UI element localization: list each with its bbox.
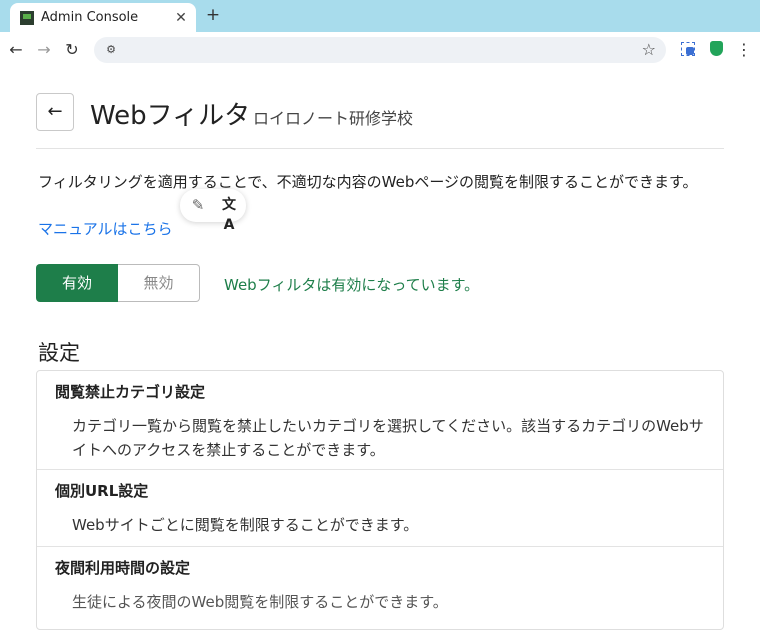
toggle-disable-button[interactable]: 無効 bbox=[118, 264, 200, 302]
translate-icon[interactable]: 文A bbox=[218, 195, 240, 233]
settings-item-title: 個別URL設定 bbox=[55, 482, 149, 500]
app-favicon-icon bbox=[20, 10, 34, 25]
filter-toggle: 有効 無効 bbox=[36, 264, 200, 302]
site-info-icon[interactable]: ⚙ bbox=[102, 41, 120, 59]
tab-title: Admin Console bbox=[41, 10, 139, 25]
manual-link[interactable]: マニュアルはこちら bbox=[38, 218, 173, 239]
settings-item-title: 夜間利用時間の設定 bbox=[55, 559, 191, 577]
settings-item-description: 生徒による夜間のWeb閲覧を制限することができます。 bbox=[72, 593, 448, 611]
header-divider bbox=[36, 148, 724, 149]
magic-wand-icon[interactable]: ✎ bbox=[188, 195, 208, 215]
settings-item-title: 閲覧禁止カテゴリ設定 bbox=[55, 383, 206, 401]
settings-section-title: 設定 bbox=[38, 341, 80, 365]
browser-toolbar: ← → ↻ ⚙ ☆ ⋮ bbox=[0, 32, 760, 68]
settings-card: 閲覧禁止カテゴリ設定 カテゴリ一覧から閲覧を禁止したいカテゴリを選択してください… bbox=[36, 370, 724, 630]
close-tab-icon[interactable]: ✕ bbox=[172, 9, 190, 27]
new-tab-button[interactable]: + bbox=[204, 6, 222, 24]
browser-tab[interactable]: Admin Console ✕ bbox=[10, 3, 196, 32]
star-icon[interactable]: ☆ bbox=[642, 40, 656, 59]
page-description: フィルタリングを適用することで、不適切な内容のWebページの閲覧を制限することが… bbox=[38, 173, 698, 191]
menu-icon[interactable]: ⋮ bbox=[736, 40, 752, 60]
address-bar[interactable]: ⚙ ☆ bbox=[94, 37, 666, 63]
back-icon[interactable]: ← bbox=[6, 40, 26, 60]
settings-item-url[interactable]: 個別URL設定 Webサイトごとに閲覧を制限することができます。 bbox=[37, 470, 723, 547]
settings-item-description: カテゴリ一覧から閲覧を禁止したいカテゴリを選択してください。該当するカテゴリのW… bbox=[72, 417, 704, 459]
filter-status-text: Webフィルタは有効になっています。 bbox=[224, 276, 480, 294]
settings-item-night-hours[interactable]: 夜間利用時間の設定 生徒による夜間のWeb閲覧を制限することができます。 bbox=[37, 547, 723, 629]
forward-icon[interactable]: → bbox=[34, 40, 54, 60]
floating-toolbar: ✎ 文A bbox=[180, 189, 246, 233]
organization-name: ロイロノート研修学校 bbox=[253, 109, 414, 128]
page-content: ← Webフィルタ ロイロノート研修学校 フィルタリングを適用することで、不適切… bbox=[0, 68, 760, 630]
browser-tabstrip: Admin Console ✕ + bbox=[0, 0, 760, 32]
settings-item-blocked-categories[interactable]: 閲覧禁止カテゴリ設定 カテゴリ一覧から閲覧を禁止したいカテゴリを選択してください… bbox=[37, 371, 723, 470]
settings-item-description: Webサイトごとに閲覧を制限することができます。 bbox=[72, 516, 419, 534]
back-button[interactable]: ← bbox=[36, 93, 74, 131]
reload-icon[interactable]: ↻ bbox=[62, 40, 82, 60]
page-title: Webフィルタ bbox=[90, 101, 251, 131]
toggle-enable-button[interactable]: 有効 bbox=[36, 264, 118, 302]
shield-icon[interactable] bbox=[710, 41, 723, 56]
extension-icon[interactable] bbox=[681, 42, 695, 56]
